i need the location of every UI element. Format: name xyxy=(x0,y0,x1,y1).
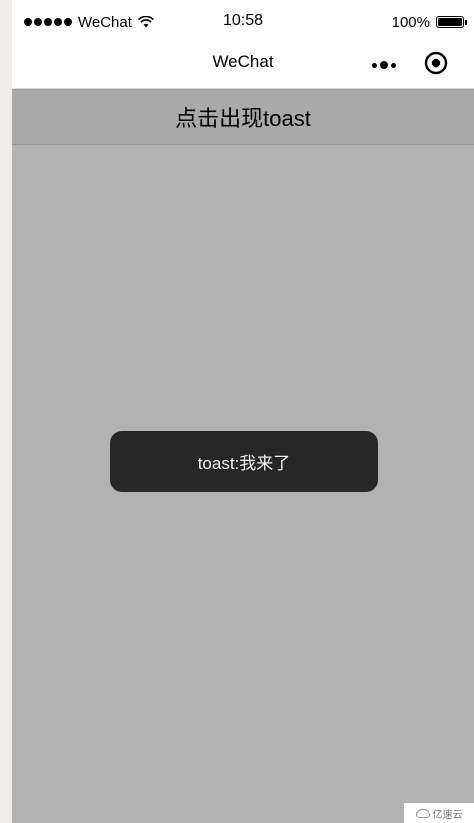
close-capsule-icon[interactable] xyxy=(423,50,449,76)
cloud-logo-icon xyxy=(415,808,430,818)
toast-text: toast:我来了 xyxy=(197,454,291,473)
watermark: 亿速云 xyxy=(404,803,474,823)
battery-percent: 100% xyxy=(391,13,430,31)
toast-message: toast:我来了 xyxy=(110,431,378,492)
battery-icon xyxy=(436,16,467,28)
show-toast-button[interactable]: 点击出现toast xyxy=(12,89,474,145)
page-content: 点击出现toast toast:我来了 xyxy=(12,89,474,823)
phone-screen: WeChat 10:58 100% WeChat 点击出现toast toast… xyxy=(12,0,474,823)
navigation-bar: WeChat xyxy=(12,44,474,89)
nav-title: WeChat xyxy=(212,52,274,71)
watermark-text: 亿速云 xyxy=(432,809,463,821)
status-right: 100% xyxy=(391,12,467,32)
more-icon[interactable] xyxy=(370,54,398,76)
status-bar: WeChat 10:58 100% xyxy=(12,0,474,44)
